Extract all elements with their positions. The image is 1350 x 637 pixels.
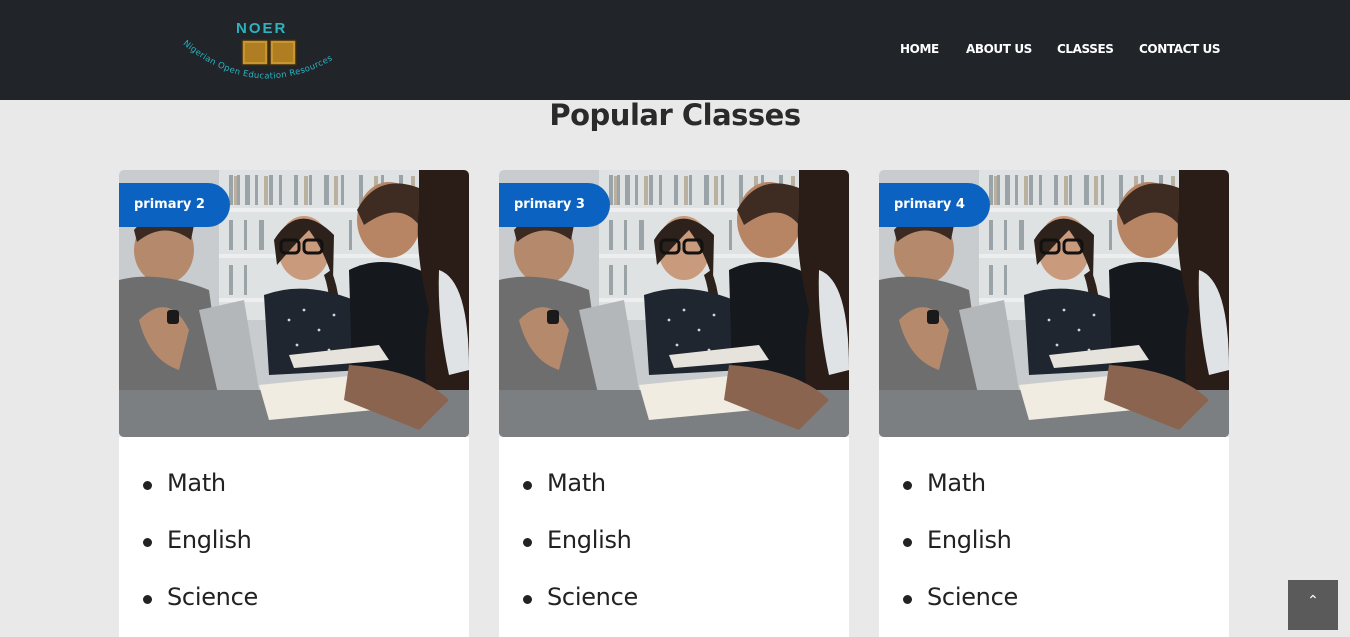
chevron-up-icon: ⌃ [1307, 593, 1319, 609]
bullet-dot [143, 595, 152, 604]
subject-label: Math [927, 469, 986, 497]
book-icon [241, 39, 297, 66]
back-to-top-button[interactable]: ⌃ [1288, 580, 1338, 630]
class-card-primary-3[interactable]: primary 3 Math English Science [499, 170, 849, 637]
subject-item: English [143, 526, 252, 554]
subject-label: Math [547, 469, 606, 497]
subject-label: English [547, 526, 632, 554]
section-heading: Popular Classes [549, 98, 801, 132]
subject-item: Science [143, 583, 258, 611]
class-badge[interactable]: primary 4 [879, 183, 990, 227]
subject-item: Math [903, 469, 986, 497]
nav-classes-link[interactable]: CLASSES [1057, 40, 1114, 58]
nav-contact-us-link[interactable]: CONTACT US [1139, 40, 1221, 58]
subject-label: English [927, 526, 1012, 554]
subject-item: English [903, 526, 1012, 554]
class-badge[interactable]: primary 3 [499, 183, 610, 227]
subject-item: Math [523, 469, 606, 497]
bullet-dot [523, 481, 532, 490]
subject-label: Math [167, 469, 226, 497]
site-logo[interactable]: Nigerian Open Education Resources NOER [170, 18, 370, 88]
subject-item: Science [903, 583, 1018, 611]
top-navbar: Nigerian Open Education Resources NOER H… [0, 0, 1350, 100]
card-body: Math English Science [119, 437, 469, 637]
subject-item: English [523, 526, 632, 554]
subject-label: Science [927, 583, 1018, 611]
subject-item: Science [523, 583, 638, 611]
bullet-dot [143, 538, 152, 547]
subject-label: Science [547, 583, 638, 611]
class-badge[interactable]: primary 2 [119, 183, 230, 227]
card-body: Math English Science [499, 437, 849, 637]
bullet-dot [903, 481, 912, 490]
logo-title: NOER [236, 20, 288, 37]
class-card-primary-2[interactable]: primary 2 Math English Science [119, 170, 469, 637]
bullet-dot [903, 595, 912, 604]
bullet-dot [523, 538, 532, 547]
subject-item: Math [143, 469, 226, 497]
class-card-primary-4[interactable]: primary 4 Math English Science [879, 170, 1229, 637]
bullet-dot [903, 538, 912, 547]
bullet-dot [523, 595, 532, 604]
nav-home-link[interactable]: HOME [900, 40, 939, 58]
card-body: Math English Science [879, 437, 1229, 637]
subject-label: English [167, 526, 252, 554]
subject-label: Science [167, 583, 258, 611]
bullet-dot [143, 481, 152, 490]
nav-about-us-link[interactable]: ABOUT US [966, 40, 1032, 58]
